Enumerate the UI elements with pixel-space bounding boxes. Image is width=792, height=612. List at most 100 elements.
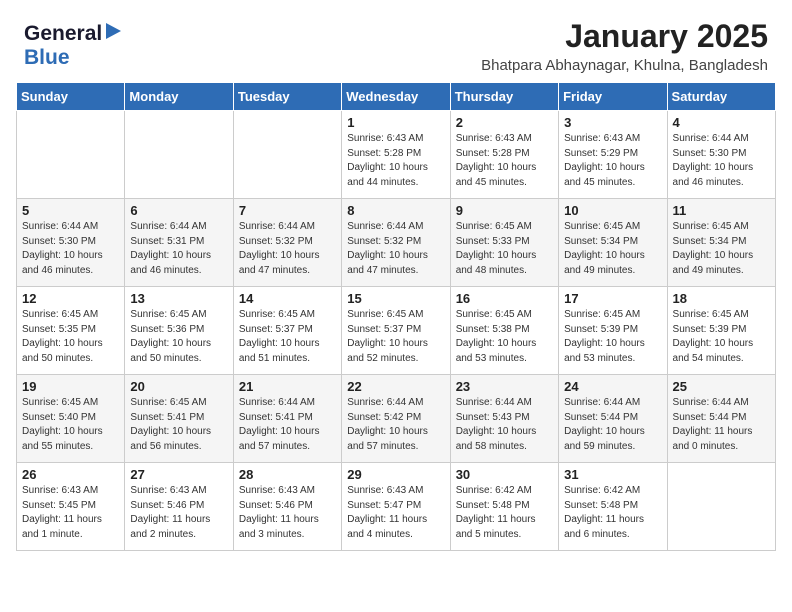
day-number: 12 — [22, 291, 119, 306]
day-number: 23 — [456, 379, 553, 394]
day-number: 13 — [130, 291, 227, 306]
day-number: 30 — [456, 467, 553, 482]
day-number: 6 — [130, 203, 227, 218]
cell-w3-d1: 12 Sunrise: 6:45 AMSunset: 5:35 PMDayligh… — [17, 287, 125, 375]
cell-w5-d6: 31 Sunrise: 6:42 AMSunset: 5:48 PMDayligh… — [559, 463, 667, 551]
day-info: Sunrise: 6:45 AMSunset: 5:34 PMDaylight:… — [564, 220, 661, 278]
day-info: Sunrise: 6:43 AMSunset: 5:47 PMDaylight:… — [347, 484, 444, 542]
cell-w1-d2 — [125, 111, 233, 199]
col-monday: Monday — [125, 83, 233, 111]
day-number: 10 — [564, 203, 661, 218]
col-saturday: Saturday — [667, 83, 775, 111]
day-number: 26 — [22, 467, 119, 482]
week-row-4: 19Sunrise: 6:45 AMSunset: 5:40 PMDayligh… — [17, 375, 776, 463]
cell-w2-d6: 10 Sunrise: 6:45 AMSunset: 5:34 PMDayligh… — [559, 199, 667, 287]
day-info: Sunrise: 6:44 AMSunset: 5:30 PMDaylight:… — [22, 220, 119, 278]
day-info: Sunrise: 6:43 AMSunset: 5:46 PMDaylight:… — [239, 484, 336, 542]
calendar: Sunday Monday Tuesday Wednesday Thursday… — [0, 82, 792, 567]
col-sunday: Sunday — [17, 83, 125, 111]
month-title: January 2025 — [481, 18, 768, 55]
day-info: Sunrise: 6:43 AMSunset: 5:28 PMDaylight:… — [347, 132, 444, 190]
logo-blue-line: Blue — [24, 46, 70, 70]
cell-w1-d5: 2 Sunrise: 6:43 AMSunset: 5:28 PMDaylight… — [450, 111, 558, 199]
cell-w2-d4: 8 Sunrise: 6:44 AMSunset: 5:32 PMDaylight… — [342, 199, 450, 287]
col-thursday: Thursday — [450, 83, 558, 111]
day-info: Sunrise: 6:44 AMSunset: 5:32 PMDaylight:… — [239, 220, 336, 278]
day-number: 4 — [673, 115, 770, 130]
calendar-table: Sunday Monday Tuesday Wednesday Thursday… — [16, 82, 776, 551]
cell-w4-d7: 25 Sunrise: 6:44 AMSunset: 5:44 PMDayligh… — [667, 375, 775, 463]
day-number: 8 — [347, 203, 444, 218]
week-row-1: 1 Sunrise: 6:43 AMSunset: 5:28 PMDaylight… — [17, 111, 776, 199]
day-info: Sunrise: 6:43 AMSunset: 5:29 PMDaylight:… — [564, 132, 661, 190]
col-tuesday: Tuesday — [233, 83, 341, 111]
location-text: Bhatpara Abhaynagar, Khulna, Bangladesh — [481, 57, 768, 74]
cell-w5-d1: 26 Sunrise: 6:43 AMSunset: 5:45 PMDayligh… — [17, 463, 125, 551]
logo-wordmark: General — [24, 22, 122, 46]
logo: General Blue — [24, 22, 122, 70]
title-block: January 2025 Bhatpara Abhaynagar, Khulna… — [481, 18, 768, 74]
day-info: Sunrise: 6:44 AMSunset: 5:42 PMDaylight:… — [347, 396, 444, 454]
day-info: Sunrise: 6:44 AMSunset: 5:30 PMDaylight:… — [673, 132, 770, 190]
day-info: Sunrise: 6:44 AMSunset: 5:41 PMDaylight:… — [239, 396, 336, 454]
cell-w1-d1 — [17, 111, 125, 199]
logo-general: General — [24, 22, 102, 46]
cell-w3-d2: 13 Sunrise: 6:45 AMSunset: 5:36 PMDayligh… — [125, 287, 233, 375]
day-info: Sunrise: 6:44 AMSunset: 5:44 PMDaylight:… — [673, 396, 770, 454]
day-number: 20 — [130, 379, 227, 394]
cell-w1-d3 — [233, 111, 341, 199]
day-info: Sunrise: 6:45 AMSunset: 5:33 PMDaylight:… — [456, 220, 553, 278]
day-info: Sunrise: 6:45 AMSunset: 5:37 PMDaylight:… — [239, 308, 336, 366]
cell-w4-d3: 21Sunrise: 6:44 AMSunset: 5:41 PMDayligh… — [233, 375, 341, 463]
cell-w4-d1: 19Sunrise: 6:45 AMSunset: 5:40 PMDayligh… — [17, 375, 125, 463]
week-row-3: 12 Sunrise: 6:45 AMSunset: 5:35 PMDayligh… — [17, 287, 776, 375]
cell-w5-d2: 27Sunrise: 6:43 AMSunset: 5:46 PMDayligh… — [125, 463, 233, 551]
day-number: 24 — [564, 379, 661, 394]
day-info: Sunrise: 6:42 AMSunset: 5:48 PMDaylight:… — [564, 484, 661, 542]
week-row-5: 26 Sunrise: 6:43 AMSunset: 5:45 PMDayligh… — [17, 463, 776, 551]
cell-w5-d5: 30Sunrise: 6:42 AMSunset: 5:48 PMDayligh… — [450, 463, 558, 551]
cell-w2-d5: 9 Sunrise: 6:45 AMSunset: 5:33 PMDaylight… — [450, 199, 558, 287]
day-number: 9 — [456, 203, 553, 218]
cell-w5-d4: 29 Sunrise: 6:43 AMSunset: 5:47 PMDayligh… — [342, 463, 450, 551]
cell-w4-d4: 22Sunrise: 6:44 AMSunset: 5:42 PMDayligh… — [342, 375, 450, 463]
cell-w2-d1: 5 Sunrise: 6:44 AMSunset: 5:30 PMDaylight… — [17, 199, 125, 287]
day-number: 28 — [239, 467, 336, 482]
page-header: General Blue January 2025 Bhatpara Abhay… — [0, 0, 792, 82]
header-row: Sunday Monday Tuesday Wednesday Thursday… — [17, 83, 776, 111]
cell-w1-d7: 4 Sunrise: 6:44 AMSunset: 5:30 PMDaylight… — [667, 111, 775, 199]
day-info: Sunrise: 6:45 AMSunset: 5:39 PMDaylight:… — [673, 308, 770, 366]
cell-w3-d5: 16Sunrise: 6:45 AMSunset: 5:38 PMDayligh… — [450, 287, 558, 375]
day-number: 31 — [564, 467, 661, 482]
cell-w3-d4: 15Sunrise: 6:45 AMSunset: 5:37 PMDayligh… — [342, 287, 450, 375]
day-info: Sunrise: 6:45 AMSunset: 5:36 PMDaylight:… — [130, 308, 227, 366]
day-info: Sunrise: 6:43 AMSunset: 5:28 PMDaylight:… — [456, 132, 553, 190]
day-number: 27 — [130, 467, 227, 482]
day-info: Sunrise: 6:44 AMSunset: 5:32 PMDaylight:… — [347, 220, 444, 278]
day-number: 2 — [456, 115, 553, 130]
day-number: 16 — [456, 291, 553, 306]
logo-flag-icon — [103, 23, 121, 45]
day-number: 1 — [347, 115, 444, 130]
day-number: 18 — [673, 291, 770, 306]
day-number: 25 — [673, 379, 770, 394]
day-info: Sunrise: 6:45 AMSunset: 5:35 PMDaylight:… — [22, 308, 119, 366]
day-number: 5 — [22, 203, 119, 218]
cell-w2-d7: 11Sunrise: 6:45 AMSunset: 5:34 PMDayligh… — [667, 199, 775, 287]
cell-w4-d6: 24 Sunrise: 6:44 AMSunset: 5:44 PMDayligh… — [559, 375, 667, 463]
calendar-header: Sunday Monday Tuesday Wednesday Thursday… — [17, 83, 776, 111]
day-info: Sunrise: 6:45 AMSunset: 5:41 PMDaylight:… — [130, 396, 227, 454]
day-info: Sunrise: 6:45 AMSunset: 5:34 PMDaylight:… — [673, 220, 770, 278]
calendar-body: 1 Sunrise: 6:43 AMSunset: 5:28 PMDaylight… — [17, 111, 776, 551]
week-row-2: 5 Sunrise: 6:44 AMSunset: 5:30 PMDaylight… — [17, 199, 776, 287]
day-number: 29 — [347, 467, 444, 482]
day-info: Sunrise: 6:44 AMSunset: 5:43 PMDaylight:… — [456, 396, 553, 454]
day-info: Sunrise: 6:45 AMSunset: 5:39 PMDaylight:… — [564, 308, 661, 366]
cell-w5-d7 — [667, 463, 775, 551]
day-number: 14 — [239, 291, 336, 306]
cell-w2-d2: 6 Sunrise: 6:44 AMSunset: 5:31 PMDaylight… — [125, 199, 233, 287]
day-info: Sunrise: 6:43 AMSunset: 5:45 PMDaylight:… — [22, 484, 119, 542]
day-info: Sunrise: 6:44 AMSunset: 5:44 PMDaylight:… — [564, 396, 661, 454]
day-info: Sunrise: 6:44 AMSunset: 5:31 PMDaylight:… — [130, 220, 227, 278]
cell-w2-d3: 7Sunrise: 6:44 AMSunset: 5:32 PMDaylight… — [233, 199, 341, 287]
